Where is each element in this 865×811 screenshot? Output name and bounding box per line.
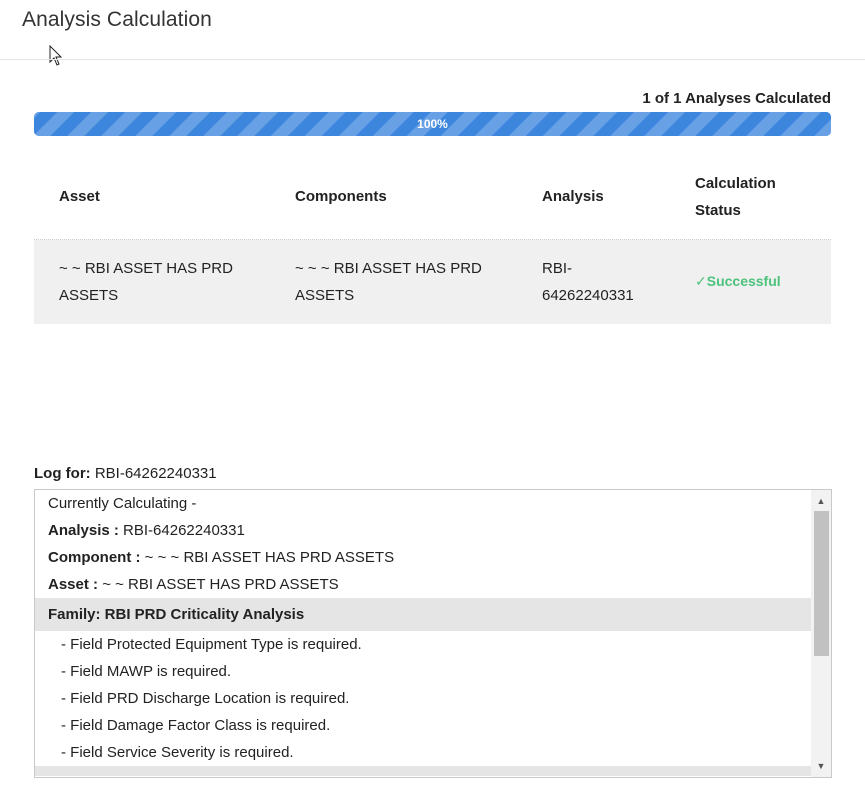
log-label: Log for: RBI-64262240331: [34, 465, 217, 482]
log-analysis-id: RBI-64262240331: [94, 465, 217, 482]
header-status-line2: Status: [695, 202, 741, 219]
cell-asset-line1: ~ ~ RBI ASSET HAS PRD: [59, 260, 233, 277]
analysis-table: Asset Components Analysis Calculation St…: [34, 160, 831, 324]
cell-components-line2: ASSETS: [295, 287, 355, 304]
cell-status: ✓Successful: [695, 268, 781, 295]
log-component-key: Component :: [48, 549, 141, 566]
log-line-asset: Asset : ~ ~ RBI ASSET HAS PRD ASSETS: [35, 571, 811, 598]
cell-asset: ~ ~ RBI ASSET HAS PRD ASSETS: [59, 255, 233, 309]
log-component-value: ~ ~ ~ RBI ASSET HAS PRD ASSETS: [144, 549, 395, 566]
cell-asset-line2: ASSETS: [59, 287, 119, 304]
triangle-down-icon[interactable]: ▼: [811, 757, 831, 775]
log-content: Currently Calculating - Analysis : RBI-6…: [35, 490, 811, 777]
list-item: - Field MAWP is required.: [61, 663, 232, 680]
log-analysis-key: Analysis :: [48, 522, 119, 539]
log-label-key: Log for:: [34, 465, 91, 482]
check-icon: ✓: [695, 273, 707, 289]
log-panel[interactable]: Currently Calculating - Analysis : RBI-6…: [34, 489, 832, 778]
log-line-calculating: Currently Calculating -: [48, 495, 197, 512]
cell-components: ~ ~ ~ RBI ASSET HAS PRD ASSETS: [295, 255, 482, 309]
table-row[interactable]: ~ ~ RBI ASSET HAS PRD ASSETS ~ ~ ~ RBI A…: [34, 240, 831, 324]
log-asset-value: ~ ~ RBI ASSET HAS PRD ASSETS: [102, 576, 339, 593]
status-successful: Successful: [706, 273, 781, 289]
log-line-component: Component : ~ ~ ~ RBI ASSET HAS PRD ASSE…: [35, 544, 811, 571]
cell-analysis-line1: RBI-: [542, 260, 572, 277]
triangle-up-icon[interactable]: ▲: [811, 492, 831, 510]
list-item: - Field Service Severity is required.: [61, 744, 294, 761]
progress-bar: 100%: [34, 112, 831, 136]
header-analysis[interactable]: Analysis: [542, 183, 604, 210]
log-scrollbar[interactable]: ▲ ▼: [811, 490, 831, 777]
list-item: - Field Protected Equipment Type is requ…: [61, 636, 362, 653]
mouse-pointer-icon: [49, 45, 63, 66]
log-line-analysis: Analysis : RBI-64262240331: [35, 517, 811, 544]
log-next-section: [35, 766, 811, 776]
progress-summary: 1 of 1 Analyses Calculated: [642, 90, 831, 107]
header-status-line1: Calculation: [695, 175, 776, 192]
cell-components-line1: ~ ~ ~ RBI ASSET HAS PRD: [295, 260, 482, 277]
cell-analysis-line2: 64262240331: [542, 287, 634, 304]
header-components[interactable]: Components: [295, 183, 387, 210]
table-header-row: Asset Components Analysis Calculation St…: [34, 160, 831, 240]
header-calculation-status[interactable]: Calculation Status: [695, 170, 776, 224]
progress-percent: 100%: [417, 117, 448, 131]
header-asset[interactable]: Asset: [59, 183, 100, 210]
log-family: Family: RBI PRD Criticality Analysis: [35, 598, 811, 631]
header-divider: [0, 59, 865, 60]
log-analysis-value: RBI-64262240331: [123, 522, 245, 539]
page-title: Analysis Calculation: [22, 8, 212, 31]
log-asset-key: Asset :: [48, 576, 99, 593]
scroll-thumb[interactable]: [814, 511, 829, 656]
list-item: - Field Damage Factor Class is required.: [61, 717, 331, 734]
list-item: - Field PRD Discharge Location is requir…: [61, 690, 350, 707]
cell-analysis[interactable]: RBI- 64262240331: [542, 255, 634, 309]
